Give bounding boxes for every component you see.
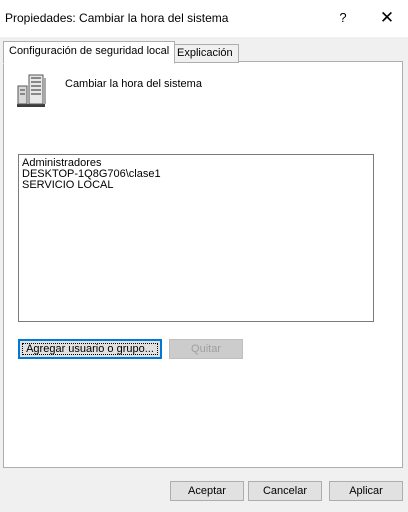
add-user-or-group-button[interactable]: Agregar usuario o grupo...: [18, 339, 162, 359]
focus-rectangle: [22, 343, 158, 355]
apply-button[interactable]: Aplicar: [329, 481, 403, 501]
tab-explain[interactable]: Explicación: [171, 44, 239, 63]
policy-name: Cambiar la hora del sistema: [65, 78, 202, 90]
members-listbox[interactable]: Administradores DESKTOP-1Q8G706\clase1 S…: [18, 154, 374, 322]
title-bar: Propiedades: Cambiar la hora del sistema…: [0, 0, 408, 37]
ok-button[interactable]: Aceptar: [170, 481, 244, 501]
close-button[interactable]: ✕: [367, 4, 407, 32]
server-policy-icon: [17, 74, 46, 107]
tab-panel: Cambiar la hora del sistema Administrado…: [3, 61, 403, 468]
cancel-button[interactable]: Cancelar: [248, 481, 322, 501]
window-title: Propiedades: Cambiar la hora del sistema: [5, 11, 229, 25]
list-item[interactable]: SERVICIO LOCAL: [20, 180, 161, 191]
help-button[interactable]: ?: [323, 4, 363, 32]
tab-local-security-setting[interactable]: Configuración de seguridad local: [3, 41, 176, 64]
remove-button[interactable]: Quitar: [169, 339, 243, 359]
